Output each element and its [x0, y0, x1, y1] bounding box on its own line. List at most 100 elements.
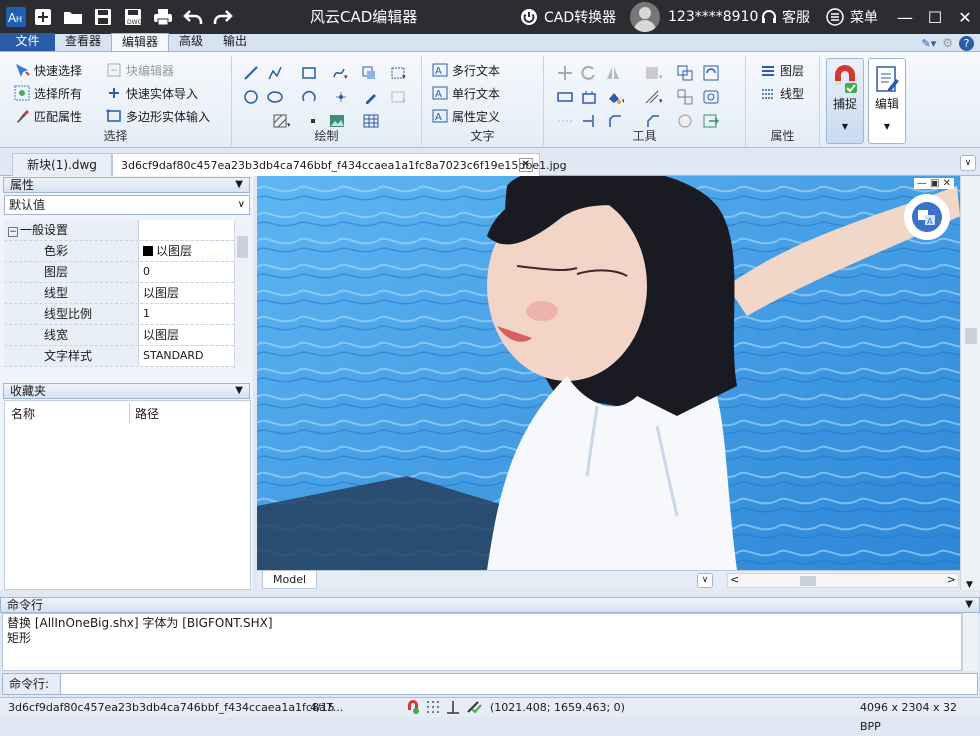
arc-icon[interactable] [300, 88, 318, 106]
block-editor-button[interactable]: 块编辑器 [106, 60, 174, 80]
tabs-dropdown-icon[interactable]: ∨ [960, 155, 976, 171]
ellipse-icon[interactable] [266, 88, 284, 106]
select-all-button[interactable]: 选择所有 [14, 83, 82, 103]
match-properties-button[interactable]: 匹配属性 [14, 106, 82, 126]
snap-status-icon[interactable] [406, 700, 420, 720]
stext-button[interactable]: A 单行文本 [432, 83, 500, 103]
spline-icon[interactable]: ▾ [332, 64, 350, 82]
edit-dropdown-icon[interactable]: ▼ [884, 122, 890, 131]
refresh-icon[interactable] [702, 64, 720, 82]
prop-row-linetype[interactable]: 线型 以图层 [4, 283, 234, 304]
polyline-icon[interactable] [266, 64, 284, 82]
favorites-col-name[interactable]: 名称 [11, 405, 35, 422]
quick-select-button[interactable]: 快速选择 [14, 60, 82, 80]
redo-icon[interactable] [208, 0, 238, 34]
copy-icon[interactable] [676, 64, 694, 82]
layer-button[interactable]: 图层 [760, 60, 804, 80]
doc-tab-block[interactable]: 新块(1).dwg [12, 153, 112, 176]
align-icon[interactable] [556, 88, 574, 106]
command-scrollbar[interactable] [962, 613, 978, 671]
save-icon[interactable] [88, 0, 118, 34]
edit-button[interactable]: 编辑 ▼ [868, 58, 906, 144]
scroll-thumb[interactable] [965, 328, 977, 344]
point-icon[interactable] [332, 88, 350, 106]
prop-row-linetype-scale[interactable]: 线型比例 1 [4, 304, 234, 325]
doc-tab-image[interactable]: 3d6cf9daf80c457ea23b3db4ca746bbf_f434cca… [112, 153, 567, 176]
lineweight-status-icon[interactable] [466, 700, 482, 720]
scroll-right-icon[interactable]: > [947, 573, 956, 586]
color-fill-icon[interactable]: ▾ [606, 88, 624, 106]
circle-icon[interactable] [242, 88, 260, 106]
properties-scrollbar[interactable] [234, 220, 250, 368]
open-folder-icon[interactable] [58, 0, 88, 34]
model-tab[interactable]: Model [262, 571, 318, 589]
line-icon[interactable] [242, 64, 260, 82]
avatar[interactable] [630, 2, 660, 32]
favorites-col-path[interactable]: 路径 [135, 405, 159, 422]
prop-row-layer[interactable]: 图层 0 [4, 262, 234, 283]
ortho-status-icon[interactable] [446, 700, 460, 720]
pin-icon[interactable]: ▼ [965, 598, 973, 612]
linetype-button[interactable]: 线型 [760, 83, 804, 103]
user-account[interactable]: 123****8910 [630, 0, 758, 34]
cad-converter-button[interactable]: CAD转换器 [520, 0, 616, 34]
link-icon[interactable] [702, 88, 720, 106]
polygon-entity-input-button[interactable]: 多边形实体输入 [106, 106, 210, 126]
settings-icon[interactable]: ⚙ [942, 36, 953, 50]
pen-icon[interactable] [362, 88, 380, 106]
scroll-left-icon[interactable]: < [730, 573, 739, 586]
rotate-icon[interactable] [580, 64, 598, 82]
move-icon[interactable] [556, 64, 574, 82]
tab-editor[interactable]: 编辑器 [111, 33, 170, 51]
help-icon[interactable]: ? [959, 35, 974, 51]
section-row[interactable]: − 一般设置 [4, 220, 234, 241]
scroll-down-icon[interactable]: ▼ [966, 580, 973, 590]
snap-dropdown-icon[interactable]: ▼ [842, 122, 848, 131]
stretch-icon[interactable] [580, 88, 598, 106]
region-icon[interactable]: ▾ [390, 64, 408, 82]
command-input[interactable]: 命令行: [2, 673, 978, 695]
tab-viewer[interactable]: 查看器 [55, 33, 111, 51]
tab-output[interactable]: 输出 [213, 33, 257, 51]
group-icon[interactable] [676, 88, 694, 106]
quick-entity-import-button[interactable]: 快速实体导入 [106, 83, 198, 103]
mirror-icon[interactable] [604, 64, 622, 82]
array-icon[interactable]: ▾ [644, 64, 662, 82]
maximize-button[interactable]: ☐ [920, 0, 950, 34]
table-disabled-icon[interactable]: ▾ [390, 88, 408, 106]
pin-icon[interactable]: ▼ [235, 178, 243, 192]
tab-file[interactable]: 文件 [0, 33, 55, 51]
canvas-horizontal-scrollbar[interactable]: < > [727, 573, 959, 588]
drawing-canvas[interactable]: — ▣ ✕ A [257, 176, 960, 570]
undo-icon[interactable] [178, 0, 208, 34]
style-icon[interactable]: ✎▾ [921, 37, 936, 50]
explode-icon[interactable]: ▾ [644, 88, 662, 106]
scroll-thumb[interactable] [237, 236, 248, 258]
collapse-icon[interactable]: − [8, 227, 18, 237]
snap-button[interactable]: 捕捉 ▼ [826, 58, 864, 144]
scroll-thumb[interactable] [800, 576, 816, 586]
prop-row-text-style[interactable]: 文字样式 STANDARD [4, 346, 234, 367]
save-as-icon[interactable]: DWG [118, 0, 148, 34]
customer-service-button[interactable]: 客服 [760, 0, 810, 34]
pin-icon[interactable]: ▼ [235, 384, 243, 398]
tab-advanced[interactable]: 高级 [169, 33, 213, 51]
attdef-button[interactable]: A 属性定义 [432, 106, 500, 126]
rectangle-icon[interactable] [300, 64, 318, 82]
close-button[interactable]: ✕ [950, 0, 980, 34]
translate-icon[interactable]: A [904, 194, 950, 240]
status-page: 4/15 [310, 701, 335, 714]
mtext-button[interactable]: A 多行文本 [432, 60, 500, 80]
prop-row-color[interactable]: 色彩 以图层 [4, 241, 234, 262]
grid-status-icon[interactable] [426, 700, 440, 720]
layout-dropdown-icon[interactable]: ∨ [697, 573, 713, 588]
canvas-vertical-scrollbar[interactable]: ▼ [960, 176, 980, 590]
properties-combo[interactable]: 默认值 ∨ [4, 195, 250, 215]
close-tab-icon[interactable]: ✕ [519, 158, 533, 172]
print-icon[interactable] [148, 0, 178, 34]
block-insert-icon[interactable] [360, 64, 378, 82]
prop-row-lineweight[interactable]: 线宽 以图层 [4, 325, 234, 346]
main-menu-button[interactable]: 菜单 [826, 0, 878, 34]
new-file-icon[interactable] [28, 0, 58, 34]
minimize-button[interactable]: — [890, 0, 920, 34]
